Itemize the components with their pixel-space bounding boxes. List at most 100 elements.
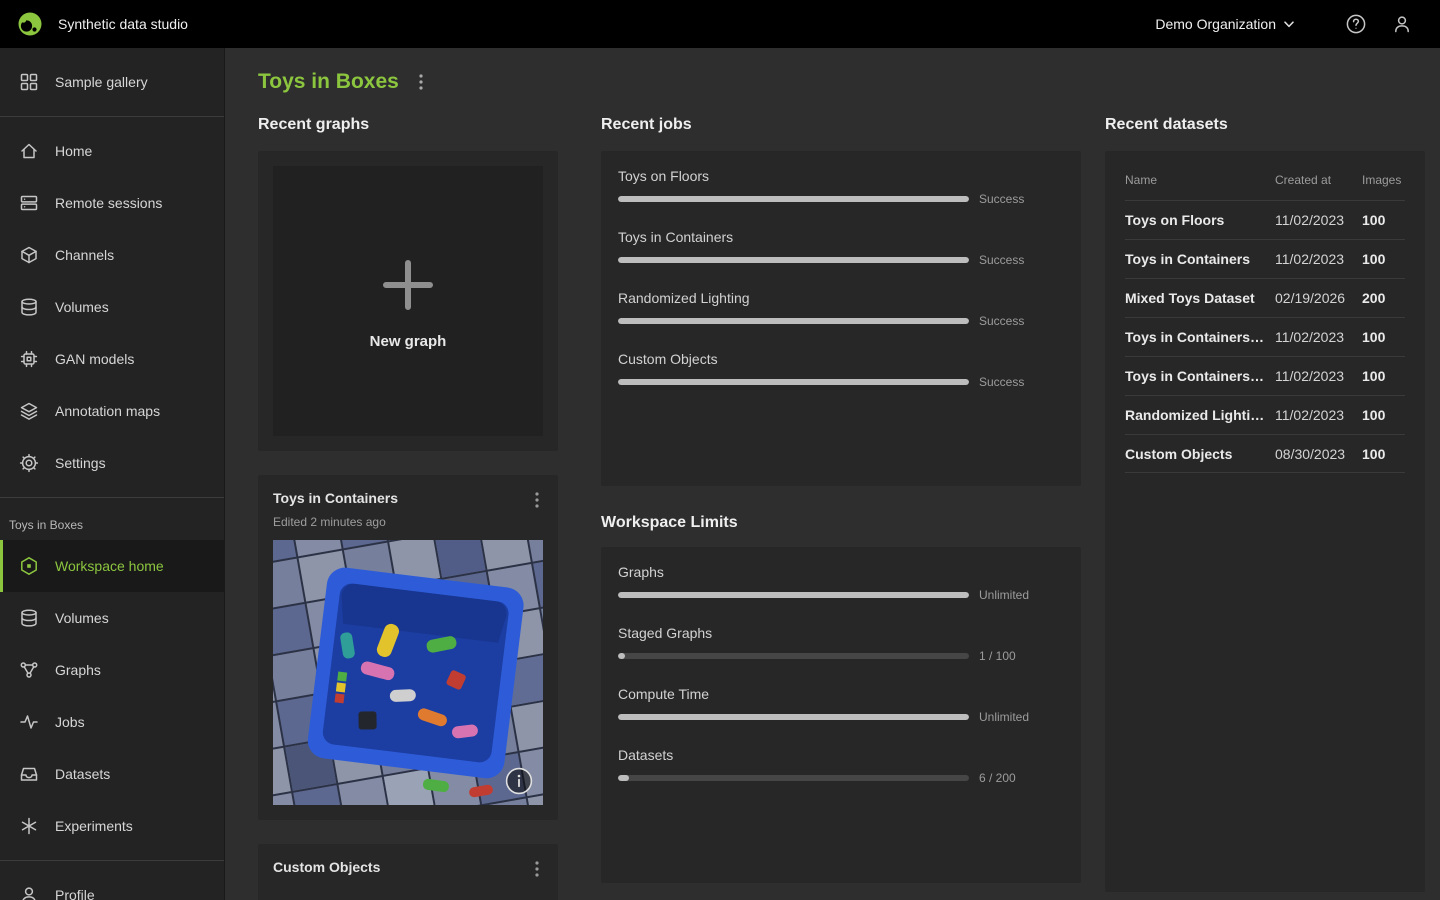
job-item[interactable]: Custom Objects Success [618,351,1064,389]
job-item[interactable]: Randomized Lighting Success [618,290,1064,328]
job-status: Success [979,253,1025,267]
dataset-created-at: 02/19/2026 [1275,290,1346,306]
main-content: Toys in Boxes Recent graphs New graph To… [225,48,1440,900]
dots-vertical-icon [535,861,539,877]
job-progress-bar [618,196,969,202]
graph-card-menu-button[interactable] [531,490,543,510]
dataset-name: Toys on Floors [1125,212,1225,228]
recent-jobs-title: Recent jobs [601,116,692,133]
limit-progress-bar [618,775,969,781]
limit-name: Graphs [618,564,664,580]
dataset-images: 100 [1362,329,1386,345]
recent-jobs-panel: Toys on Floors Success Toys in Container… [601,151,1081,486]
dots-vertical-icon [535,492,539,508]
job-name: Custom Objects [618,351,718,367]
limit-progress-bar [618,592,969,598]
job-progress-bar [618,318,969,324]
table-row[interactable]: Randomized Lighting 11/02/2023 100 [1125,395,1405,434]
divider [0,116,224,117]
table-row[interactable]: Toys in Containers 11/02/2023 100 [1125,239,1405,278]
sidebar-item-volumes[interactable]: Volumes [0,281,224,333]
table-row[interactable]: Custom Objects 08/30/2023 100 [1125,434,1405,473]
graph-card-toys-in-containers[interactable]: Toys in Containers Edited 2 minutes ago [258,475,558,820]
help-button[interactable] [1342,10,1370,38]
graph-preview-image [273,540,543,805]
plus-icon [383,259,433,310]
dataset-name: Custom Objects [1125,445,1233,462]
graph-nodes-icon [20,662,38,678]
sidebar-item-settings[interactable]: Settings [0,437,224,489]
sidebar: Sample gallery Home Remote sessions Chan… [0,48,225,900]
table-row[interactable]: Toys on Floors 11/02/2023 100 [1125,200,1405,239]
column-header-images: Images [1362,173,1402,187]
sidebar-item-label: Volumes [55,299,109,315]
page-title: Toys in Boxes [258,70,399,93]
datasets-table-header: Name Created at Images [1125,165,1405,200]
dataset-images: 100 [1362,407,1386,423]
sidebar-item-remote-sessions[interactable]: Remote sessions [0,177,224,229]
app-logo[interactable] [16,10,44,38]
activity-icon [20,715,38,729]
sidebar-item-profile[interactable]: Profile [0,869,224,900]
column-header-name: Name [1125,173,1158,187]
sidebar-item-label: Datasets [55,766,111,782]
page-title-menu-button[interactable] [415,72,427,92]
limit-item: Datasets 6 / 200 [618,747,1064,785]
table-row[interactable]: Toys in Containers - ... 11/02/2023 100 [1125,356,1405,395]
sidebar-item-workspace-volumes[interactable]: Volumes [0,592,224,644]
limit-value: Unlimited [979,710,1030,724]
dataset-created-at: 08/30/2023 [1275,445,1346,462]
dataset-created-at: 11/02/2023 [1275,212,1345,228]
topbar: Synthetic data studio Demo Organization [0,0,1440,48]
column-header-created-at: Created at [1275,173,1332,187]
sidebar-item-datasets[interactable]: Datasets [0,748,224,800]
table-row[interactable]: Toys in Containers - ... 11/02/2023 100 [1125,317,1405,356]
inbox-icon [20,767,38,781]
dataset-images: 200 [1362,290,1386,306]
limit-value: Unlimited [979,588,1030,602]
dataset-images: 100 [1362,368,1386,384]
job-item[interactable]: Toys in Containers Success [618,229,1064,267]
database-icon [21,298,37,316]
job-progress-bar [618,257,969,263]
graph-card-title: Custom Objects [273,859,381,875]
org-switcher[interactable]: Demo Organization [1155,16,1294,32]
recent-graphs-title: Recent graphs [258,116,370,133]
job-status: Success [979,375,1025,389]
account-button[interactable] [1388,10,1416,38]
server-icon [20,195,38,211]
job-status: Success [979,192,1025,206]
sidebar-item-jobs[interactable]: Jobs [0,696,224,748]
app-title: Synthetic data studio [58,16,188,32]
limit-progress-bar [618,653,969,659]
sidebar-item-label: Volumes [55,610,109,626]
dataset-name: Toys in Containers - ... [1125,368,1275,384]
graph-card-custom-objects[interactable]: Custom Objects [258,844,558,900]
sidebar-item-workspace-home[interactable]: Workspace home [0,540,224,592]
job-item[interactable]: Toys on Floors Success [618,168,1064,206]
dataset-created-at: 11/02/2023 [1275,329,1345,345]
limit-value: 6 / 200 [979,771,1016,785]
sidebar-item-home[interactable]: Home [0,125,224,177]
new-graph-card: New graph [258,151,558,451]
new-graph-button[interactable]: New graph [273,166,543,436]
sidebar-item-channels[interactable]: Channels [0,229,224,281]
sidebar-item-gan-models[interactable]: GAN models [0,333,224,385]
sidebar-item-label: Remote sessions [55,195,163,211]
graph-info-button[interactable] [505,767,533,795]
sidebar-item-label: Experiments [55,818,133,834]
table-row[interactable]: Mixed Toys Dataset 02/19/2026 200 [1125,278,1405,317]
hexagon-home-icon [21,557,37,575]
sidebar-item-annotation-maps[interactable]: Annotation maps [0,385,224,437]
job-name: Randomized Lighting [618,290,750,306]
sidebar-item-graphs[interactable]: Graphs [0,644,224,696]
graph-card-menu-button[interactable] [531,859,543,879]
org-name: Demo Organization [1155,16,1276,32]
cube-icon [21,246,37,264]
sidebar-item-sample-gallery[interactable]: Sample gallery [0,56,224,108]
sidebar-item-label: Profile [55,887,95,900]
sidebar-item-label: Graphs [55,662,101,678]
graph-card-subtitle: Edited 2 minutes ago [273,515,386,529]
layers-icon [20,402,38,420]
sidebar-item-experiments[interactable]: Experiments [0,800,224,852]
